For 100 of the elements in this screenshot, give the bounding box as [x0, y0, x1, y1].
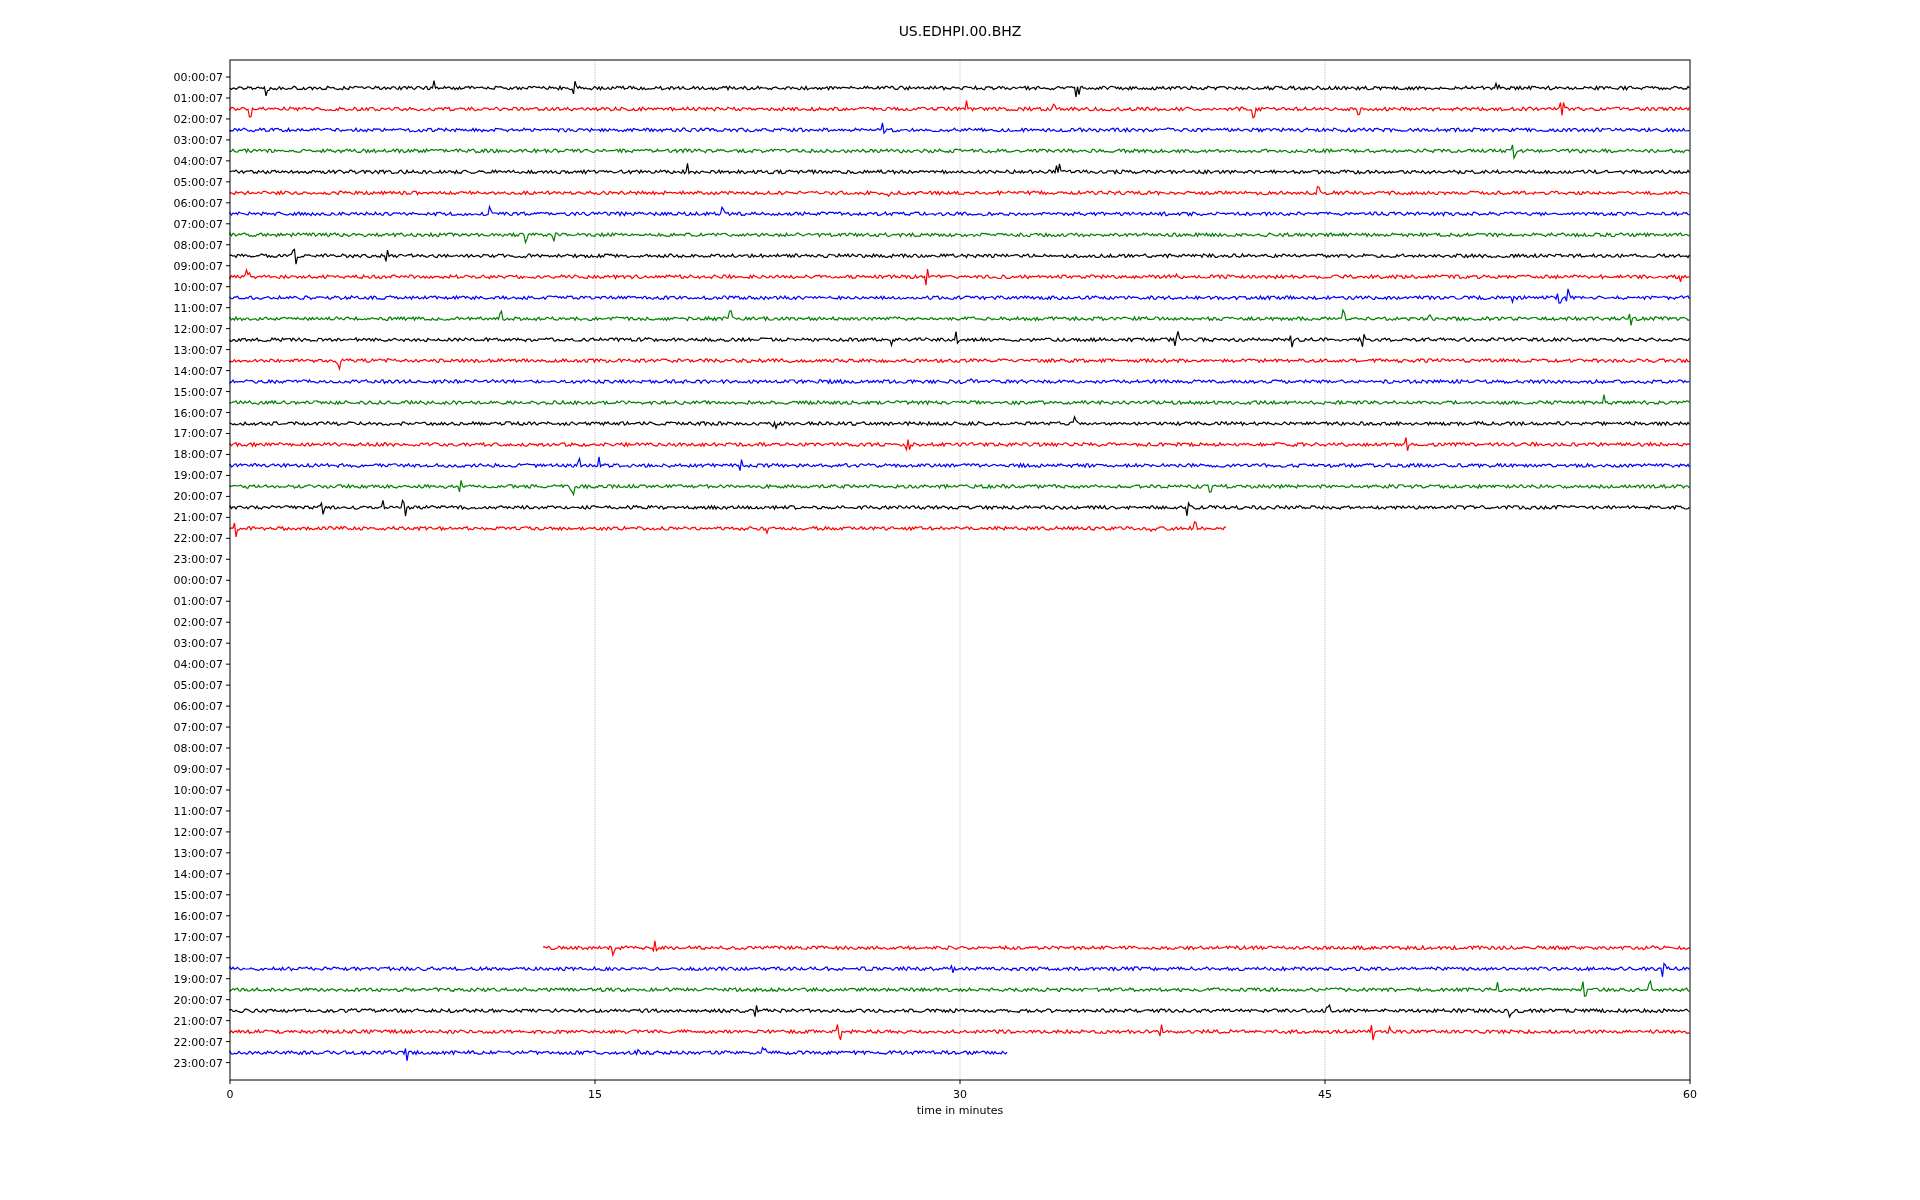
x-tick-label: 60 [1683, 1088, 1697, 1101]
tick-mark [225, 307, 231, 309]
y-tick-label: 14:00:07 [173, 364, 223, 378]
y-tick-label: 17:00:07 [173, 930, 223, 944]
tick-mark [225, 537, 231, 539]
tick-mark [225, 747, 231, 749]
tick-mark [225, 579, 231, 581]
tick-mark [225, 474, 231, 476]
y-tick-label: 09:00:07 [173, 763, 223, 776]
tick-mark [959, 1079, 961, 1085]
y-tick-label: 05:00:07 [173, 175, 223, 189]
y-tick-label: 06:00:07 [173, 700, 223, 714]
tick-mark [225, 76, 231, 78]
y-tick-label: 23:00:07 [173, 1056, 223, 1070]
tick-mark [225, 1041, 231, 1043]
tick-mark [225, 118, 231, 120]
y-tick-label: 06:00:07 [173, 196, 223, 210]
tick-mark [225, 370, 231, 372]
tick-mark [225, 1062, 231, 1064]
y-tick-label: 19:00:07 [173, 972, 223, 986]
y-tick-label: 15:00:07 [173, 385, 223, 399]
y-tick-label: 13:00:07 [173, 846, 223, 860]
y-tick-label: 08:00:07 [173, 238, 223, 252]
tick-mark [225, 433, 231, 434]
y-tick-label: 04:00:07 [173, 658, 223, 672]
x-tick-label: 0 [226, 1088, 234, 1101]
tick-mark [225, 768, 231, 770]
y-tick-label: 01:00:07 [173, 595, 223, 609]
y-tick-label: 01:00:07 [173, 91, 223, 105]
y-tick-label: 08:00:07 [173, 742, 223, 756]
tick-mark [225, 978, 231, 980]
y-tick-label: 10:00:07 [173, 280, 223, 294]
y-tick-label: 20:00:07 [173, 490, 223, 504]
tick-mark [225, 999, 231, 1001]
y-tick-label: 12:00:07 [173, 825, 223, 839]
y-tick-label: 07:00:07 [173, 721, 223, 735]
y-tick-label: 07:00:07 [173, 217, 223, 231]
y-tick-label: 00:00:07 [173, 574, 223, 588]
y-tick-label: 11:00:07 [173, 301, 223, 315]
y-tick-label: 10:00:07 [173, 784, 223, 797]
y-tick-label: 21:00:07 [173, 1014, 223, 1028]
tick-mark [225, 160, 231, 162]
tick-mark [225, 328, 231, 330]
tick-mark [225, 642, 231, 644]
y-tick-label: 22:00:07 [173, 1035, 223, 1049]
y-tick-label: 05:00:07 [173, 679, 223, 693]
y-tick-label: 20:00:07 [173, 993, 223, 1007]
tick-mark [225, 957, 231, 959]
tick-mark [225, 915, 231, 917]
tick-mark [225, 705, 231, 707]
y-tick-label: 11:00:07 [173, 804, 223, 818]
tick-mark [225, 244, 231, 246]
tick-mark [225, 810, 231, 812]
tick-mark [225, 349, 231, 351]
tick-mark [1689, 1079, 1691, 1085]
tick-mark [225, 412, 231, 413]
y-tick-label: 03:00:07 [173, 637, 223, 651]
tick-mark [225, 726, 231, 728]
y-tick-label: 03:00:07 [173, 133, 223, 147]
y-tick-label: 12:00:07 [173, 322, 223, 336]
x-axis-label: time in minutes [916, 1104, 1004, 1117]
chart-title: US.EDHPI.00.BHZ [898, 23, 1022, 39]
tick-mark [225, 936, 231, 938]
tick-mark [225, 852, 231, 854]
tick-mark [225, 181, 231, 183]
tick-mark [225, 516, 231, 518]
tick-mark [229, 1079, 231, 1085]
y-tick-label: 18:00:07 [173, 951, 223, 965]
x-tick-label: 30 [953, 1088, 967, 1101]
tick-mark [594, 1079, 596, 1085]
y-tick-label: 16:00:07 [173, 406, 223, 420]
tick-mark [225, 1020, 231, 1022]
y-tick-label: 04:00:07 [173, 154, 223, 168]
tick-mark [225, 265, 231, 267]
tick-mark [225, 286, 231, 288]
tick-mark [225, 663, 231, 665]
y-tick-label: 23:00:07 [173, 553, 223, 567]
tick-mark [225, 621, 231, 623]
x-tick-label: 15 [588, 1088, 602, 1101]
tick-mark [225, 495, 231, 497]
tick-mark [225, 684, 231, 686]
y-tick-label: 13:00:07 [173, 343, 223, 357]
y-tick-label: 16:00:07 [173, 909, 223, 923]
x-tick-label: 45 [1318, 1088, 1332, 1101]
tick-mark [225, 831, 231, 833]
tick-mark [1324, 1079, 1326, 1085]
tick-mark [225, 453, 231, 455]
tick-mark [225, 789, 231, 791]
y-tick-label: 19:00:07 [173, 469, 223, 483]
tick-mark [225, 223, 231, 225]
tick-mark [225, 558, 231, 560]
y-tick-label: 09:00:07 [173, 259, 223, 273]
y-tick-label: 21:00:07 [173, 511, 223, 525]
y-tick-label: 14:00:07 [173, 867, 223, 881]
tick-mark [225, 873, 231, 875]
y-tick-label: 22:00:07 [173, 532, 223, 546]
tick-mark [225, 139, 231, 141]
tick-mark [225, 97, 231, 99]
y-tick-label: 18:00:07 [173, 448, 223, 462]
y-tick-label: 02:00:07 [173, 616, 223, 630]
